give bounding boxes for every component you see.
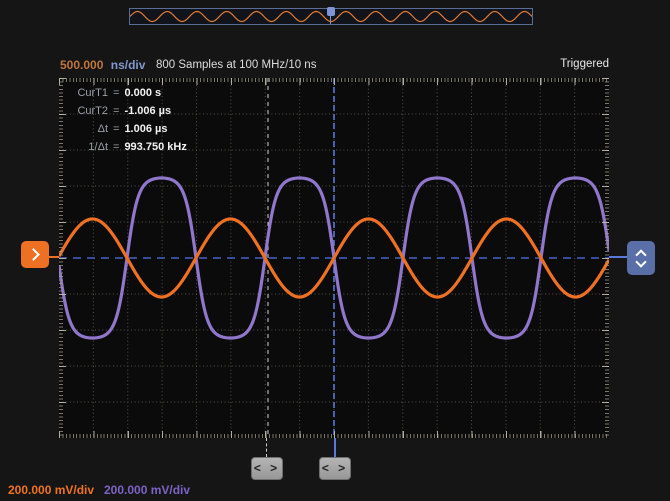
readout-value: 993.750 kHz bbox=[124, 138, 186, 156]
readout-eq: = bbox=[113, 84, 119, 102]
readout-label: 1/Δt bbox=[64, 138, 108, 156]
samples-info: 800 Samples at 100 MHz/10 ns bbox=[156, 59, 316, 71]
channel2-scale-label: 200.000 mV/div bbox=[104, 483, 190, 497]
trigger-marker-link bbox=[609, 256, 627, 258]
timebase-unit: ns/div bbox=[111, 58, 146, 72]
oscilloscope-app: 500.000 ns/div 800 Samples at 100 MHz/10… bbox=[0, 0, 670, 501]
chevron-right-icon bbox=[27, 248, 40, 261]
readout-value: 0.000 s bbox=[124, 84, 161, 102]
timebase-value: 500.000 bbox=[60, 58, 103, 72]
readout-eq: = bbox=[113, 102, 119, 120]
readout-eq: = bbox=[113, 138, 119, 156]
readout-value: 1.006 µs bbox=[124, 120, 167, 138]
channel1-offset-marker[interactable] bbox=[21, 241, 49, 268]
trigger-level-marker[interactable] bbox=[627, 241, 655, 275]
readout-label: CurT1 bbox=[64, 84, 108, 102]
readout-row-inv-delta-t: 1/Δt = 993.750 kHz bbox=[64, 138, 187, 156]
preview-trigger-marker[interactable] bbox=[327, 7, 335, 16]
cursor1-stub-line bbox=[334, 438, 336, 457]
cursor2-handle-button[interactable]: < > bbox=[251, 457, 283, 480]
buffer-preview-strip[interactable] bbox=[129, 8, 533, 25]
channel1-scale-label: 200.000 mV/div bbox=[8, 483, 94, 497]
readout-row-curt1: CurT1 = 0.000 s bbox=[64, 84, 187, 102]
readout-row-curt2: CurT2 = -1.006 µs bbox=[64, 102, 187, 120]
readout-label: CurT2 bbox=[64, 102, 108, 120]
timebase-label: 500.000 ns/div bbox=[60, 58, 145, 72]
cursor2-stub-line bbox=[266, 438, 267, 457]
cursor1-handle-button[interactable]: < > bbox=[319, 457, 351, 480]
cursor-readout: CurT1 = 0.000 s CurT2 = -1.006 µs Δt = 1… bbox=[64, 84, 187, 156]
readout-row-delta-t: Δt = 1.006 µs bbox=[64, 120, 187, 138]
readout-value: -1.006 µs bbox=[124, 102, 171, 120]
trigger-status: Triggered bbox=[560, 58, 609, 70]
readout-label: Δt bbox=[64, 120, 108, 138]
channel1-marker-link bbox=[49, 256, 59, 258]
readout-eq: = bbox=[113, 120, 119, 138]
scope-plot[interactable]: CurT1 = 0.000 s CurT2 = -1.006 µs Δt = 1… bbox=[59, 78, 609, 438]
